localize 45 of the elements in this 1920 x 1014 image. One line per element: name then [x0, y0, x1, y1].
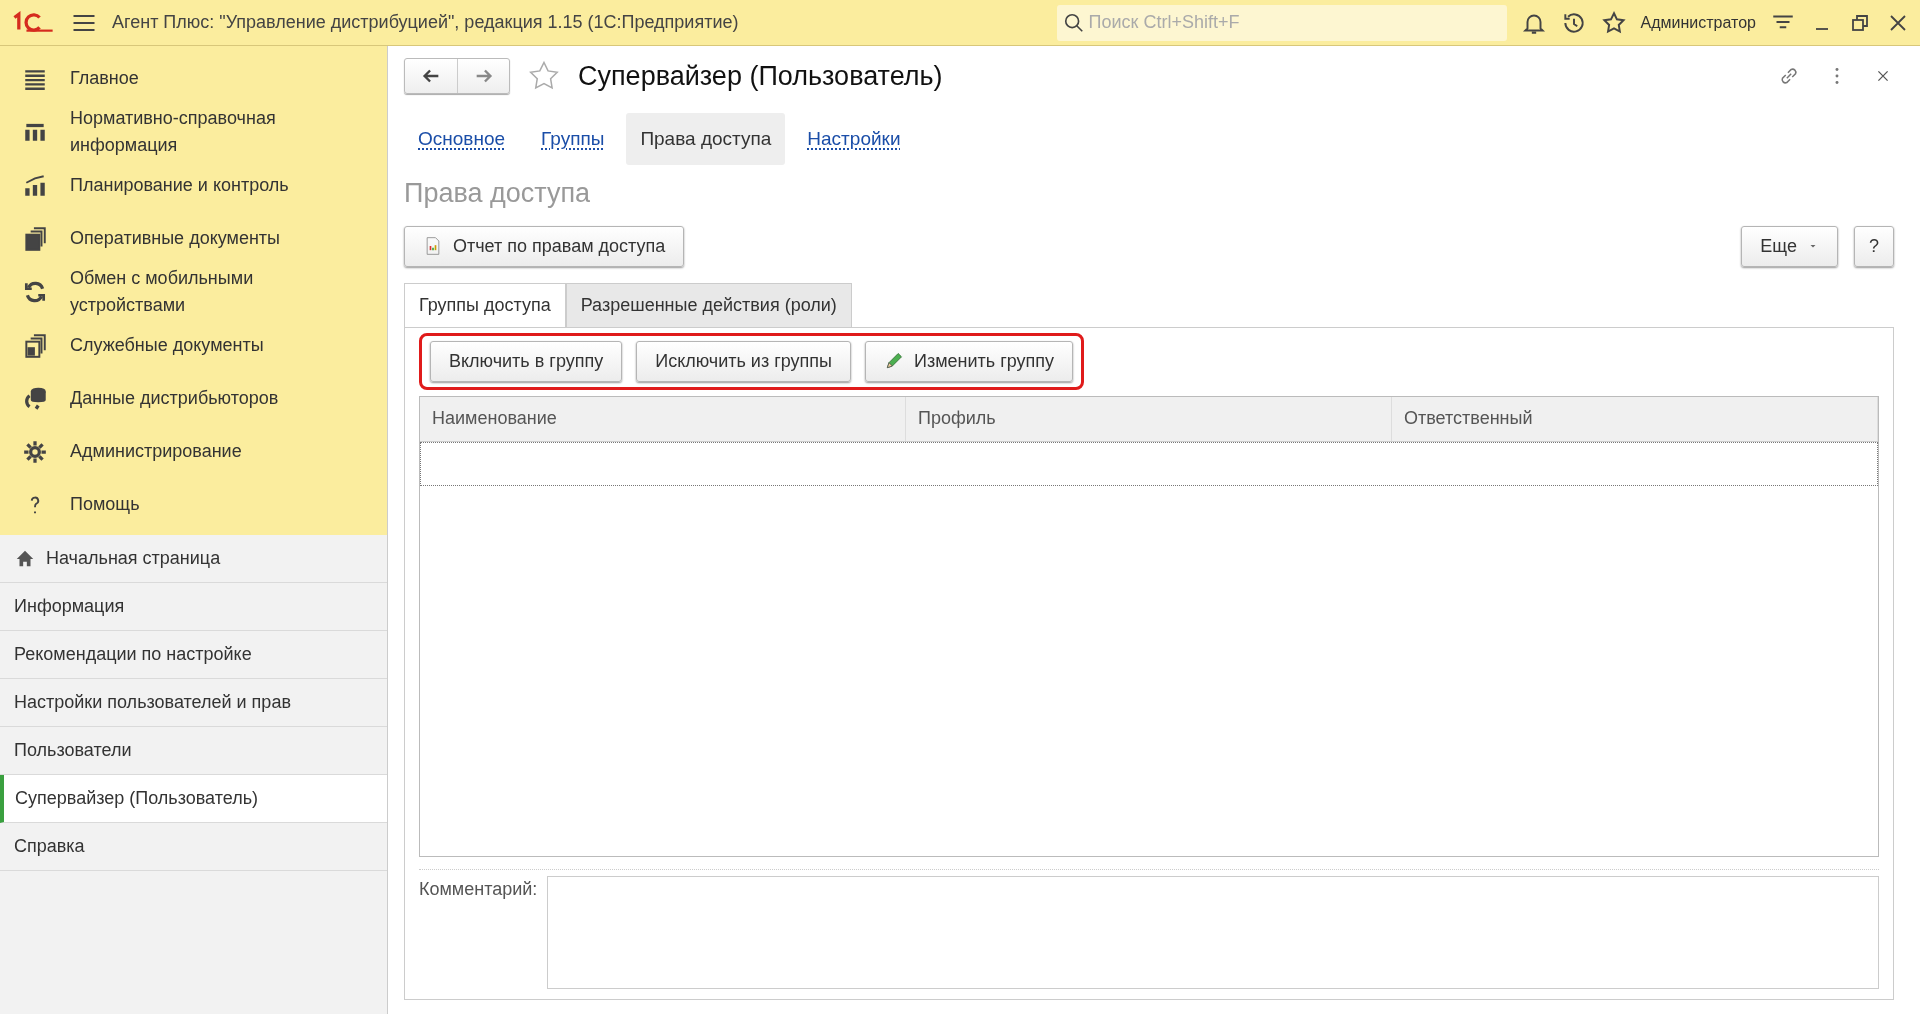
- column-header[interactable]: Ответственный: [1392, 396, 1878, 441]
- documents-icon: [22, 332, 48, 359]
- pencil-icon: [884, 351, 904, 371]
- form-tab[interactable]: Группы: [527, 112, 619, 165]
- refresh-icon: [22, 279, 48, 305]
- command-button[interactable]: Изменить группу: [865, 340, 1074, 382]
- more-button[interactable]: Еще: [1741, 225, 1838, 267]
- comment-field[interactable]: [547, 876, 1879, 989]
- gear-icon: [22, 438, 48, 465]
- command-button[interactable]: Исключить из группы: [636, 340, 851, 382]
- sidebar-section[interactable]: Нормативно-справочная информация: [0, 105, 387, 159]
- sidebar-section[interactable]: Данные дистрибьюторов: [0, 372, 387, 425]
- open-window-item[interactable]: Настройки пользователей и прав: [0, 679, 387, 727]
- sidebar-section[interactable]: Помощь: [0, 478, 387, 531]
- open-window-item[interactable]: Начальная страница: [0, 535, 387, 583]
- window-title: Агент Плюс: "Управление дистрибуцией", редакция 1.15 (1С:Предприятие): [112, 11, 739, 34]
- form-tab[interactable]: Настройки: [793, 112, 915, 165]
- documents-icon: [22, 225, 48, 252]
- column-header[interactable]: Наименование: [420, 396, 906, 441]
- sidebar-section[interactable]: Планирование и контроль: [0, 159, 387, 212]
- panel-tab[interactable]: Разрешенные действия (роли): [565, 282, 852, 327]
- report-button[interactable]: Отчет по правам доступа: [404, 225, 685, 267]
- star-icon[interactable]: [1600, 9, 1627, 36]
- panel-tab[interactable]: Группы доступа: [404, 282, 566, 327]
- open-window-item[interactable]: Справка: [0, 823, 387, 871]
- user-name[interactable]: Администратор: [1640, 10, 1756, 35]
- sidebar-section[interactable]: Служебные документы: [0, 319, 387, 372]
- command-button[interactable]: Включить в группу: [430, 340, 623, 382]
- sidebar-section[interactable]: Главное: [0, 52, 387, 105]
- sidebar-section[interactable]: Обмен с мобильными устройствами: [0, 265, 387, 319]
- open-window-item[interactable]: Информация: [0, 583, 387, 631]
- open-window-item[interactable]: Супервайзер (Пользователь): [0, 775, 387, 823]
- form-tab[interactable]: Основное: [404, 112, 520, 165]
- search-field[interactable]: Поиск Ctrl+Shift+F: [1056, 4, 1507, 41]
- form-title: Супервайзер (Пользователь): [578, 60, 943, 93]
- empty-row[interactable]: [420, 441, 1878, 486]
- column-header[interactable]: Профиль: [906, 396, 1392, 441]
- form-tab[interactable]: Права доступа: [626, 112, 786, 165]
- sidebar-section[interactable]: Оперативные документы: [0, 212, 387, 265]
- database-icon: [22, 385, 48, 412]
- section-heading: Права доступа: [404, 177, 592, 210]
- comment-label: Комментарий:: [419, 878, 538, 901]
- sidebar-section[interactable]: Администрирование: [0, 425, 387, 478]
- open-window-item[interactable]: Рекомендации по настройке: [0, 631, 387, 679]
- help-button[interactable]: ?: [1854, 225, 1894, 267]
